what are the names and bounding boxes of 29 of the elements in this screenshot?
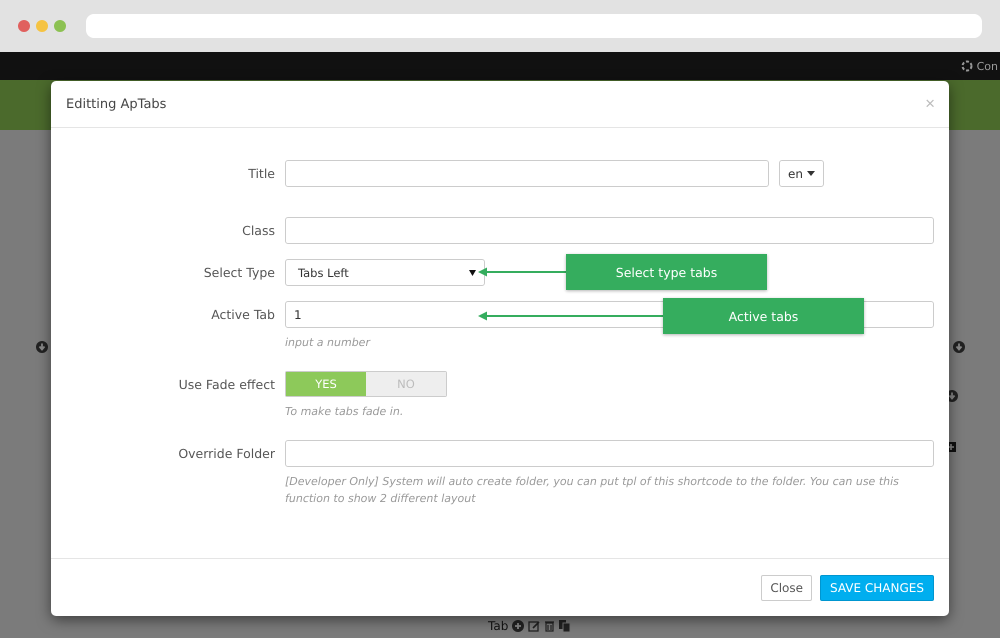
callout-label: Select type tabs — [566, 254, 767, 290]
input-field[interactable] — [285, 440, 934, 467]
caret-icon — [469, 270, 476, 276]
field-label: Select Type — [202, 264, 276, 282]
callout-label: Active tabs — [663, 298, 864, 334]
field-label: Class — [241, 222, 276, 240]
field-label: Override Folder — [177, 445, 276, 463]
caret-icon — [807, 171, 815, 176]
language-dropdown[interactable]: en — [779, 160, 824, 187]
top-bar-link[interactable]: Con — [960, 59, 998, 73]
input-field[interactable] — [285, 217, 934, 244]
help-text: [Developer Only] System will auto create folder, you can put tpl of this shortcode to the folder. You can use this function to show 2 different layout — [285, 474, 900, 507]
modal-title: Editting ApTabs — [66, 96, 166, 112]
tab-label: Tab — [488, 619, 508, 633]
field-label: Use Fade effect — [178, 376, 276, 394]
edit-icon[interactable] — [528, 620, 540, 632]
copy-icon[interactable] — [559, 620, 572, 632]
close-button[interactable]: Close — [761, 574, 812, 600]
select-dropdown[interactable]: Tabs Left — [285, 259, 485, 286]
field-label: Title — [247, 165, 276, 183]
link-text: Con — [976, 60, 998, 72]
help-text: input a number — [285, 335, 372, 351]
plus-circle-icon[interactable] — [512, 620, 524, 632]
window-control-icon[interactable] — [18, 20, 30, 32]
field-label: Active Tab — [210, 306, 276, 324]
input-field[interactable] — [285, 160, 769, 187]
trash-icon[interactable] — [544, 620, 556, 632]
help-text: To make tabs fade in. — [285, 404, 404, 420]
select-value: Tabs Left — [298, 266, 349, 280]
